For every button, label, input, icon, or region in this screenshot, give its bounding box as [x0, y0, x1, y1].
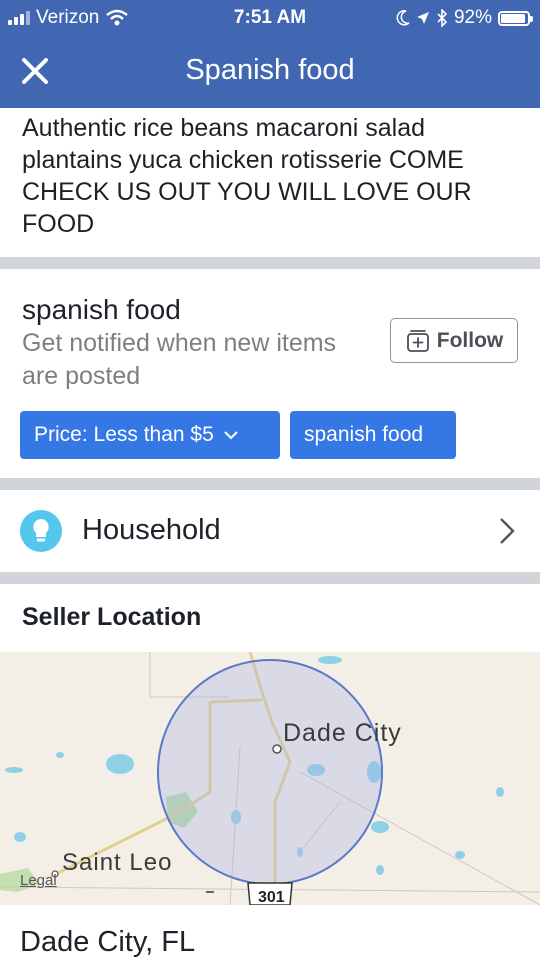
bluetooth-icon: [437, 9, 448, 27]
category-row[interactable]: Household: [0, 490, 540, 572]
moon-icon: [396, 10, 410, 26]
location-arrow-icon: [416, 12, 429, 24]
category-label: Household: [82, 514, 221, 546]
page-title: Spanish food: [185, 54, 355, 86]
subscription-title: spanish food: [22, 294, 181, 325]
map-city-label: Dade City: [283, 719, 402, 747]
route-shield-label: 301: [258, 889, 285, 905]
battery-icon: [498, 10, 533, 26]
lightbulb-icon: [20, 510, 62, 552]
item-description: Authentic rice beans macaroni salad plan…: [22, 114, 472, 238]
divider: [0, 572, 540, 584]
seller-location-heading: Seller Location: [22, 603, 202, 631]
follow-button[interactable]: Follow: [390, 318, 518, 363]
divider: [0, 478, 540, 490]
follow-icon: [406, 329, 429, 352]
subscription-text: Get notified when new items are posted: [22, 329, 337, 390]
price-filter-chip[interactable]: Price: Less than $5: [20, 411, 280, 459]
chevron-right-icon: [500, 518, 515, 544]
seller-location-map[interactable]: Dade City Saint Leo Legal 301: [0, 652, 540, 905]
battery-percent: 92%: [453, 7, 492, 28]
keyword-filter-label: spanish food: [304, 423, 424, 446]
status-bar: Verizon 7:51 AM 92%: [0, 0, 540, 36]
map-legal-link[interactable]: Legal: [20, 872, 57, 889]
seller-city: Dade City, FL: [20, 926, 196, 958]
keyword-filter-chip[interactable]: spanish food: [290, 411, 456, 459]
header-bar: Spanish food: [0, 36, 540, 108]
map-town-label: Saint Leo: [62, 849, 173, 876]
divider: [0, 257, 540, 269]
chevron-down-icon: [224, 431, 238, 440]
follow-label: Follow: [436, 328, 504, 352]
price-filter-label: Price: Less than $5: [34, 423, 214, 446]
